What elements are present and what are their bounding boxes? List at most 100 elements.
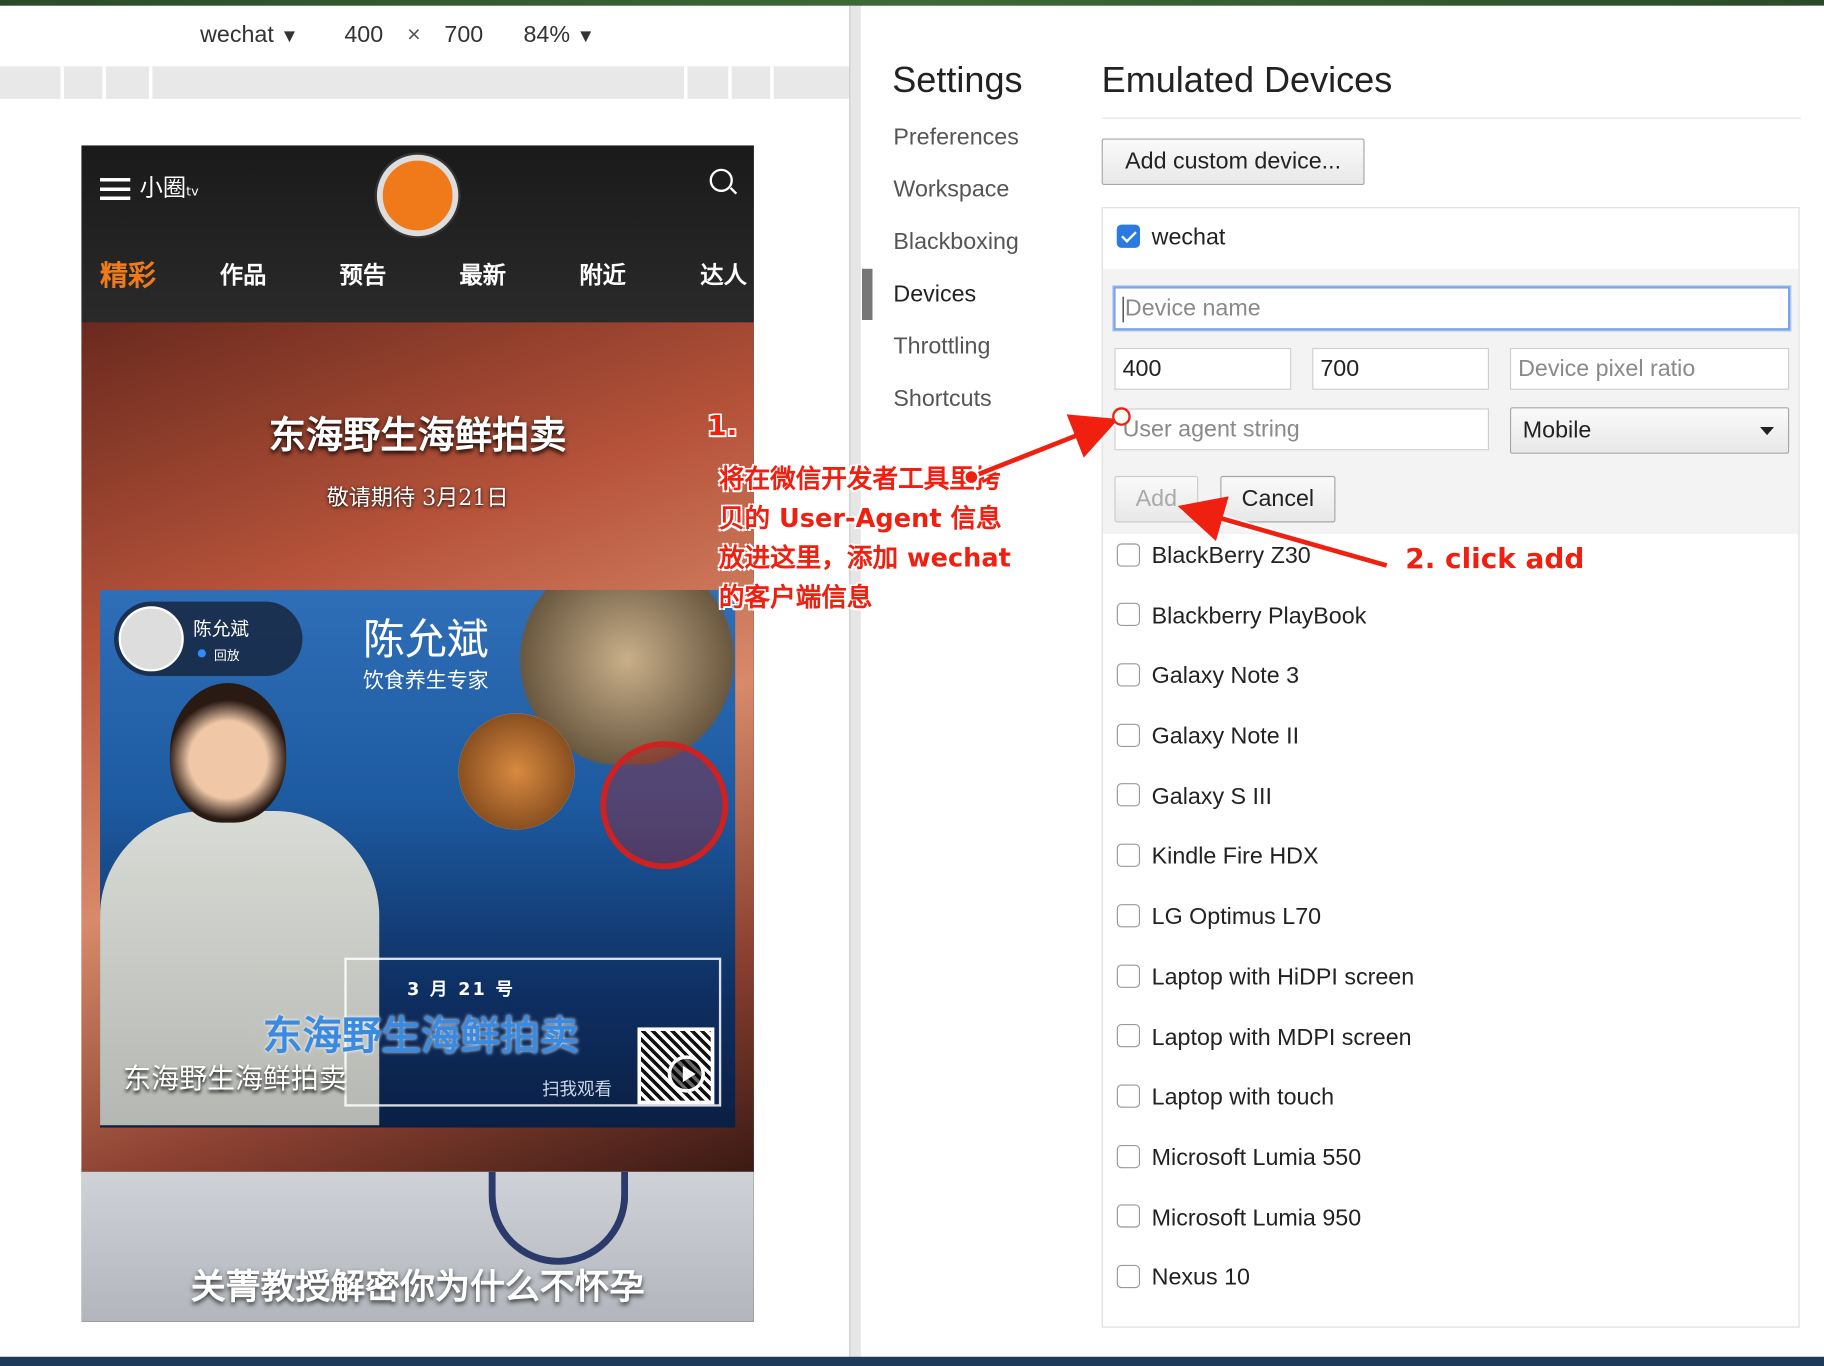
checkbox-icon[interactable] xyxy=(1116,603,1141,627)
user-agent-input[interactable]: User agent string xyxy=(1114,408,1490,451)
card-name: 陈允斌 xyxy=(362,616,489,665)
device-select-label: wechat xyxy=(200,22,274,48)
scrollbar[interactable] xyxy=(1800,5,1824,1357)
host-name: 陈允斌 xyxy=(193,617,249,640)
devices-list-panel: wechat Device name 400 700 Device pixel … xyxy=(1101,207,1800,1328)
checkbox-icon[interactable] xyxy=(1116,843,1141,868)
hero-title: 东海野生海鲜拍卖 xyxy=(268,413,567,458)
play-icon[interactable] xyxy=(667,1055,705,1093)
times-icon: × xyxy=(407,22,421,48)
live-record-button[interactable] xyxy=(376,154,459,237)
device-label: Galaxy Note II xyxy=(1151,723,1300,750)
settings-nav-preferences[interactable]: Preferences xyxy=(893,122,1079,174)
device-toolbar: wechat ▼ 400 × 700 84% ▼ xyxy=(0,17,849,61)
checkbox-icon[interactable] xyxy=(1116,543,1141,567)
hero-banner[interactable]: 东海野生海鲜拍卖 敬请期待 3月21日 陈允斌 回放 陈允斌 饮食养生专家 3 … xyxy=(81,322,754,1172)
device-label: BlackBerry Z30 xyxy=(1151,543,1311,570)
list-item[interactable]: Microsoft Lumia 950 xyxy=(1116,1200,1414,1260)
list-item[interactable]: Nexus 10 xyxy=(1116,1260,1414,1320)
card-date: 3 月 21 号 xyxy=(407,978,516,1000)
chevron-down-icon: ▼ xyxy=(280,26,299,47)
app-logo[interactable]: 小圈tv xyxy=(100,169,199,203)
checkbox-icon[interactable] xyxy=(1116,663,1141,687)
list-item[interactable]: BlackBerry Z30 xyxy=(1116,539,1414,599)
settings-nav-blackboxing[interactable]: Blackboxing xyxy=(893,227,1079,279)
avatar xyxy=(118,606,184,672)
card-role: 饮食养生专家 xyxy=(362,669,489,694)
list-item[interactable]: Blackberry PlayBook xyxy=(1116,599,1414,659)
device-item-wechat[interactable]: wechat xyxy=(1116,224,1225,252)
next-video-card[interactable]: 关菁教授解密你为什么不怀孕 xyxy=(81,1171,754,1322)
add-custom-device-button[interactable]: Add custom device... xyxy=(1101,138,1365,186)
host-status: 回放 xyxy=(214,648,240,664)
device-width-input[interactable]: 400 xyxy=(1114,347,1292,390)
logo-text: 小圈 xyxy=(139,173,187,202)
checkbox-icon[interactable] xyxy=(1116,723,1141,747)
device-emulation-pane: wechat ▼ 400 × 700 84% ▼ 小圈tv 精彩 作品 预告 最… xyxy=(0,5,850,1357)
height-field[interactable]: 700 xyxy=(444,22,483,49)
device-label: Nexus 10 xyxy=(1151,1265,1250,1291)
settings-nav-throttling[interactable]: Throttling xyxy=(893,332,1079,384)
nav-tab-works[interactable]: 作品 xyxy=(220,256,267,290)
checkbox-icon[interactable] xyxy=(1116,903,1141,928)
annotation-step2-text: 2. click add xyxy=(1405,542,1585,575)
annotation-step1-number: 1. xyxy=(707,409,738,443)
auction-stamp-image xyxy=(600,741,729,870)
device-label: LG Optimus L70 xyxy=(1151,904,1322,930)
divider xyxy=(1101,117,1824,119)
device-height-input[interactable]: 700 xyxy=(1312,347,1490,390)
checkbox-icon[interactable] xyxy=(1116,783,1141,807)
list-item[interactable]: Microsoft Lumia 550 xyxy=(1116,1140,1414,1200)
cancel-button[interactable]: Cancel xyxy=(1220,475,1336,523)
width-field[interactable]: 400 xyxy=(344,22,383,49)
device-name-input[interactable]: Device name xyxy=(1113,286,1791,331)
settings-nav-workspace[interactable]: Workspace xyxy=(893,175,1079,227)
list-item[interactable]: Laptop with touch xyxy=(1116,1080,1414,1140)
zoom-label: 84% xyxy=(523,22,571,48)
checkbox-icon[interactable] xyxy=(1116,1264,1141,1289)
device-label: Microsoft Lumia 550 xyxy=(1151,1144,1362,1171)
card-caption: 东海野生海鲜拍卖 xyxy=(123,1062,347,1095)
device-pixel-ratio-input[interactable]: Device pixel ratio xyxy=(1509,347,1790,390)
device-label: Laptop with MDPI screen xyxy=(1151,1024,1412,1051)
checkbox-icon[interactable] xyxy=(1116,1084,1141,1108)
checkbox-checked-icon[interactable] xyxy=(1116,224,1141,248)
host-badge[interactable]: 陈允斌 回放 xyxy=(114,601,303,677)
device-label: Galaxy S III xyxy=(1151,783,1272,810)
checkbox-icon[interactable] xyxy=(1116,1024,1141,1048)
media-query-ruler[interactable] xyxy=(0,66,850,99)
nav-tab-experts[interactable]: 达人 xyxy=(700,256,747,290)
card-big-title: 东海野生海鲜拍卖 xyxy=(262,1013,580,1061)
pane-divider[interactable] xyxy=(849,5,861,1357)
checkbox-icon[interactable] xyxy=(1116,1204,1141,1228)
list-item[interactable]: Kindle Fire HDX xyxy=(1116,839,1414,899)
list-item[interactable]: Laptop with MDPI screen xyxy=(1116,1020,1414,1080)
add-button[interactable]: Add xyxy=(1114,475,1199,523)
checkbox-icon[interactable] xyxy=(1116,1144,1141,1168)
settings-panel: Settings Preferences Workspace Blackboxi… xyxy=(862,5,1824,1357)
app-header: 小圈tv 精彩 作品 预告 最新 附近 达人 xyxy=(81,145,754,323)
chevron-down-icon: ▼ xyxy=(576,26,595,47)
search-icon[interactable] xyxy=(709,168,733,192)
device-label: Laptop with HiDPI screen xyxy=(1151,964,1415,991)
list-item[interactable]: Galaxy Note 3 xyxy=(1116,659,1414,719)
nav-tab-featured[interactable]: 精彩 xyxy=(100,253,156,294)
settings-nav-shortcuts[interactable]: Shortcuts xyxy=(893,384,1079,436)
zoom-select[interactable]: 84% ▼ xyxy=(523,22,594,49)
phone-viewport: 小圈tv 精彩 作品 预告 最新 附近 达人 东海野生海鲜拍卖 敬请期待 3月2… xyxy=(81,145,754,1322)
video-card[interactable]: 陈允斌 回放 陈允斌 饮食养生专家 3 月 21 号 东海野生海鲜拍卖 扫我观看… xyxy=(100,589,736,1128)
device-type-select[interactable]: Mobile xyxy=(1509,407,1790,454)
settings-nav-devices[interactable]: Devices xyxy=(893,279,1079,331)
device-select[interactable]: wechat ▼ xyxy=(200,22,299,49)
list-item[interactable]: LG Optimus L70 xyxy=(1116,900,1414,960)
checkbox-icon[interactable] xyxy=(1116,964,1141,988)
nav-tab-nearby[interactable]: 附近 xyxy=(579,256,626,290)
nav-tab-preview[interactable]: 预告 xyxy=(340,256,387,290)
nav-tab-latest[interactable]: 最新 xyxy=(460,256,507,290)
scan-label: 扫我观看 xyxy=(542,1078,612,1100)
menu-icon[interactable] xyxy=(100,177,131,201)
hero-subtitle: 敬请期待 3月21日 xyxy=(326,485,509,511)
list-item[interactable]: Galaxy S III xyxy=(1116,779,1414,839)
list-item[interactable]: Galaxy Note II xyxy=(1116,719,1414,779)
list-item[interactable]: Laptop with HiDPI screen xyxy=(1116,960,1415,1020)
